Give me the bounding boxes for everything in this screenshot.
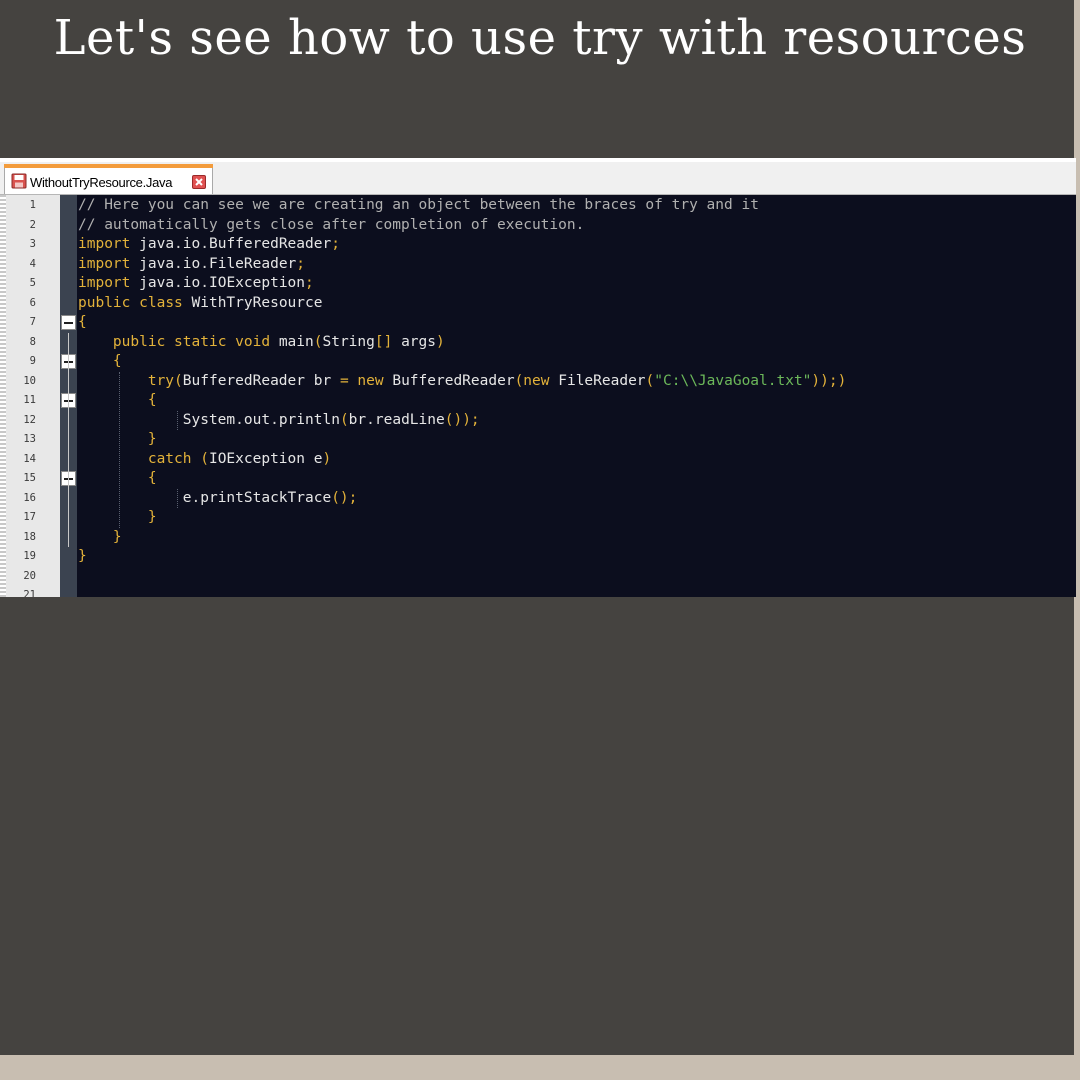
line-number: 7 bbox=[29, 316, 36, 328]
line-number: 20 bbox=[23, 569, 36, 582]
line-number: 8 bbox=[29, 335, 36, 348]
line-number: 4 bbox=[29, 257, 36, 270]
save-file-icon bbox=[11, 173, 27, 189]
line-number: 16 bbox=[23, 491, 36, 504]
fold-toggle-icon[interactable] bbox=[61, 315, 76, 330]
indent-guide bbox=[119, 371, 120, 528]
code-line: // automatically gets close after comple… bbox=[78, 216, 585, 233]
page-title: Let's see how to use try with resources bbox=[53, 10, 1027, 66]
code-line: { bbox=[147, 392, 157, 408]
line-number: 2 bbox=[29, 218, 36, 231]
code-line: public class WithTryResource bbox=[78, 294, 323, 311]
tab-bar: WithoutTryResource.Java bbox=[0, 162, 1076, 195]
code-line: import java.io.FileReader; bbox=[78, 255, 306, 272]
fold-guide-line bbox=[68, 332, 69, 547]
line-number: 6 bbox=[29, 296, 36, 309]
line-number: 21 bbox=[23, 589, 36, 597]
code-line: } bbox=[147, 431, 157, 447]
line-number: 11 bbox=[23, 394, 36, 406]
code-line: try(BufferedReader br = new BufferedRead… bbox=[147, 372, 847, 389]
line-number: 13 bbox=[23, 433, 36, 445]
code-editor-window: WithoutTryResource.Java 1 2 3 4 5 6 7 8 9 10 11 12 1… bbox=[0, 158, 1076, 597]
line-number: 1 bbox=[29, 199, 36, 211]
tab-label: WithoutTryResource.Java bbox=[30, 175, 173, 190]
code-line: catch (IOException e) bbox=[147, 450, 332, 467]
indent-guide bbox=[177, 488, 178, 508]
line-number: 15 bbox=[23, 472, 36, 484]
indent-guide bbox=[177, 410, 178, 430]
code-line: public static void main(String[] args) bbox=[112, 333, 445, 350]
code-line: import java.io.IOException; bbox=[78, 275, 314, 291]
line-number: 12 bbox=[23, 413, 36, 426]
line-number: 14 bbox=[23, 452, 36, 465]
code-line: } bbox=[78, 548, 87, 564]
line-number: 19 bbox=[23, 550, 36, 562]
bottom-border bbox=[0, 1055, 1080, 1080]
code-line: { bbox=[147, 470, 157, 486]
close-icon[interactable] bbox=[192, 174, 206, 189]
code-line: System.out.println(br.readLine()); bbox=[182, 411, 480, 428]
line-number: 17 bbox=[23, 511, 36, 523]
code-line: } bbox=[112, 528, 122, 545]
line-number: 3 bbox=[29, 238, 36, 250]
code-line: } bbox=[147, 509, 157, 525]
code-line: import java.io.BufferedReader; bbox=[78, 236, 340, 252]
code-line: // Here you can see we are creating an o… bbox=[78, 197, 759, 213]
line-number: 10 bbox=[23, 374, 36, 387]
code-line: { bbox=[78, 314, 87, 330]
line-number: 9 bbox=[29, 355, 36, 367]
line-number: 5 bbox=[29, 277, 36, 289]
code-line: { bbox=[112, 353, 122, 369]
file-tab[interactable]: WithoutTryResource.Java bbox=[4, 164, 213, 194]
line-number: 18 bbox=[23, 530, 36, 543]
